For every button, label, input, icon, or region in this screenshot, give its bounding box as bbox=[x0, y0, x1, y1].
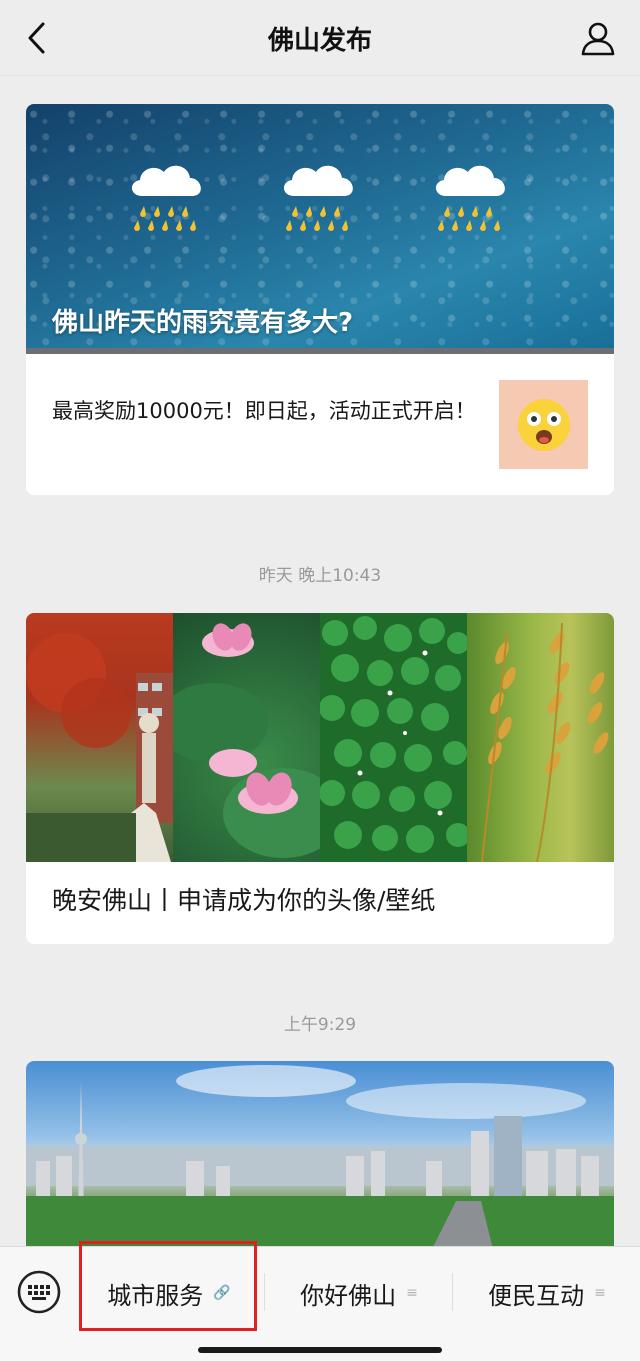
person-icon bbox=[581, 22, 615, 56]
rain-cloud-icon bbox=[435, 165, 505, 231]
message-timestamp: 上午9:29 bbox=[283, 1015, 357, 1035]
rain-clouds-banner[interactable]: 佛山昨天的雨究竟有多大? bbox=[26, 104, 614, 354]
red-flower-fountain-image bbox=[26, 613, 173, 862]
article-title: 晚安佛山丨申请成为你的头像/壁纸 bbox=[52, 886, 436, 915]
sub-article-title: 最高奖励10000元！即日起，活动正式开启！ bbox=[52, 399, 476, 423]
sub-article-item[interactable]: 最高奖励10000元！即日起，活动正式开启！ bbox=[26, 354, 614, 495]
bottom-menu-bar: 城市服务 🔗 你好佛山 ≡ 便民互动 ≡ bbox=[0, 1241, 640, 1361]
article-title: 佛山昨天的雨究竟有多大? bbox=[52, 308, 354, 338]
article-card[interactable] bbox=[26, 1061, 614, 1261]
message-timestamp: 昨天 晚上10:43 bbox=[258, 566, 382, 586]
rain-cloud-icon bbox=[131, 165, 201, 231]
menu-lines-icon: ≡ bbox=[594, 1285, 606, 1301]
menu-divider bbox=[264, 1273, 265, 1311]
article-card: 佛山昨天的雨究竟有多大? 最高奖励10000元！即日起，活动正式开启！ bbox=[26, 104, 614, 495]
menu-label: 你好佛山 bbox=[300, 1281, 397, 1310]
pink-lotus-image bbox=[173, 613, 320, 862]
top-nav-bar: 佛山发布 bbox=[0, 0, 640, 76]
rain-cloud-icon bbox=[283, 165, 353, 231]
article-card[interactable]: 晚安佛山丨申请成为你的头像/壁纸 bbox=[26, 613, 614, 944]
highlight-annotation-box bbox=[79, 1241, 257, 1331]
green-lily-pads-image bbox=[320, 613, 467, 862]
home-indicator bbox=[198, 1347, 442, 1353]
page-title: 佛山发布 bbox=[267, 26, 372, 56]
menu-public-interaction[interactable]: 便民互动 ≡ bbox=[454, 1275, 640, 1311]
menu-label: 便民互动 bbox=[488, 1281, 585, 1310]
sub-article-thumbnail bbox=[499, 380, 588, 469]
profile-button[interactable] bbox=[578, 18, 618, 58]
menu-hello-foshan[interactable]: 你好佛山 ≡ bbox=[266, 1275, 452, 1311]
menu-lines-icon: ≡ bbox=[406, 1285, 418, 1301]
menu-divider bbox=[452, 1273, 453, 1311]
golden-rice-image bbox=[467, 613, 614, 862]
surprised-emoji-icon bbox=[517, 398, 570, 451]
keyboard-icon bbox=[17, 1270, 61, 1314]
keyboard-toggle-button[interactable] bbox=[16, 1269, 62, 1315]
city-skyline-image bbox=[26, 1061, 614, 1261]
